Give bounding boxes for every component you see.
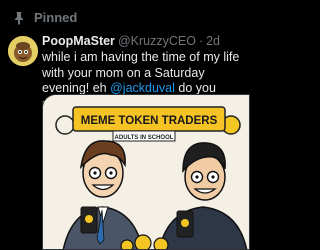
separator-dot: · [198, 34, 204, 48]
display-name[interactable]: PoopMaSter [42, 34, 115, 48]
mention-link[interactable]: @jackduval [110, 81, 175, 95]
user-handle[interactable]: @KruzzyCEO [118, 34, 196, 48]
banner-text: MEME TOKEN TRADERS [81, 115, 218, 127]
avatar[interactable] [8, 36, 38, 66]
pinned-tweet[interactable]: Pinned PoopMaSter @KruzzyCEO · 2d while … [0, 0, 250, 250]
pinned-label: Pinned [34, 10, 78, 25]
tweet-header: PoopMaSter @KruzzyCEO · 2d [42, 34, 246, 48]
tweet-media-image[interactable]: ₿ MEME TOKEN TRADERS ADULTS IN SCHOOL [42, 94, 250, 250]
pin-icon [12, 11, 26, 25]
sub-banner-text: ADULTS IN SCHOOL [115, 135, 174, 141]
timestamp[interactable]: 2d [206, 34, 220, 48]
pinned-indicator: Pinned [12, 10, 77, 25]
